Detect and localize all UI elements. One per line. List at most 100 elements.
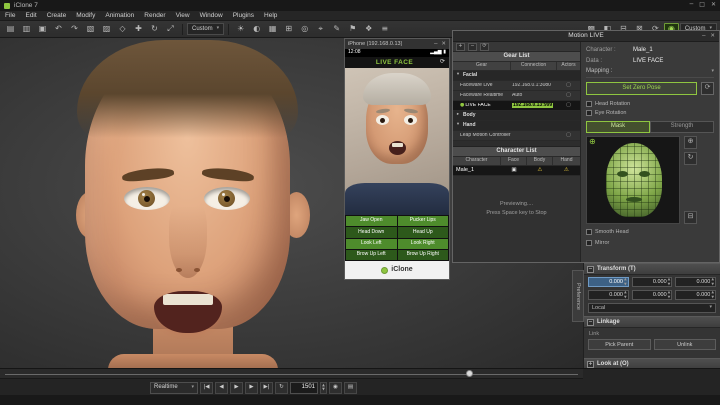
gear-row[interactable]: Leap Motion Controller ▢: [453, 131, 580, 141]
calibration-head-down[interactable]: Head Down: [346, 227, 397, 238]
add-gear-icon[interactable]: +: [456, 42, 465, 51]
minimize-icon[interactable]: ─: [690, 2, 694, 9]
calibration-look-right[interactable]: Look Right: [397, 238, 448, 249]
menu-modify[interactable]: Modify: [71, 12, 100, 19]
actor-checkbox-icon[interactable]: ▢: [566, 82, 571, 89]
redo-icon[interactable]: ↷: [67, 23, 82, 36]
expander-icon[interactable]: ▾: [455, 122, 461, 128]
sun-light-icon[interactable]: ☀: [233, 23, 248, 36]
stage-list-icon[interactable]: ≡: [377, 23, 392, 36]
tab-preference[interactable]: Preference: [572, 270, 584, 322]
camera-switch-icon[interactable]: ⟳: [440, 59, 445, 66]
actor-checkbox-icon[interactable]: ▢: [566, 102, 571, 109]
transform-value-field[interactable]: 0.000 ▲ ▼: [588, 277, 629, 287]
character-row[interactable]: Male_1 ▣ ⚠ ⚠: [453, 166, 580, 176]
hand-warning-icon[interactable]: ⚠: [564, 167, 569, 173]
save-project-icon[interactable]: ▣: [35, 23, 50, 36]
field-stepper[interactable]: ▲ ▼: [624, 277, 627, 286]
menu-help[interactable]: Help: [259, 12, 282, 19]
menu-window[interactable]: Window: [195, 12, 228, 19]
gear-row[interactable]: ▾ Hand: [453, 121, 580, 131]
playback-mode-dropdown[interactable]: Realtime ▾: [150, 381, 198, 394]
timeline-scrubber[interactable]: [0, 369, 583, 379]
flag-icon[interactable]: ⚑: [345, 23, 360, 36]
gear-row[interactable]: Faceware Live 192.168.0.1:3080 ▢: [453, 81, 580, 91]
custom-layout-dropdown[interactable]: Custom ▾: [187, 23, 225, 35]
actor-checkbox-icon[interactable]: ▢: [566, 132, 571, 139]
menu-animation[interactable]: Animation: [100, 12, 139, 19]
unlink-button[interactable]: Unlink: [653, 339, 716, 351]
go-to-start-icon[interactable]: |◀: [200, 381, 213, 394]
gear-row[interactable]: Faceware Realtime Auto ▢: [453, 91, 580, 101]
paste-icon[interactable]: ▨: [99, 23, 114, 36]
delete-map-icon[interactable]: ⊟: [684, 210, 697, 224]
eye-rotation-checkbox[interactable]: [586, 110, 592, 117]
snap-icon[interactable]: ⊞: [281, 23, 296, 36]
close-icon[interactable]: ✕: [441, 41, 446, 47]
field-stepper[interactable]: ▲ ▼: [668, 290, 671, 299]
close-icon[interactable]: ✕: [711, 2, 716, 9]
next-frame-icon[interactable]: ▶: [245, 381, 258, 394]
current-frame-input[interactable]: 1501: [290, 381, 318, 394]
body-warning-icon[interactable]: ⚠: [538, 167, 543, 173]
remove-gear-icon[interactable]: −: [468, 42, 477, 51]
calibration-look-left[interactable]: Look Left: [346, 238, 397, 249]
playhead-knob[interactable]: [466, 370, 473, 377]
head-rotation-checkbox[interactable]: [586, 101, 592, 108]
rotate-view-icon[interactable]: ↻: [684, 151, 697, 165]
undo-icon[interactable]: ↶: [51, 23, 66, 36]
rotate-tool-icon[interactable]: ↻: [147, 23, 162, 36]
frame-stepper[interactable]: ▲ ▼: [320, 381, 327, 394]
gizmo-icon[interactable]: ❖: [361, 23, 376, 36]
calibration-head-up[interactable]: Head Up: [397, 227, 448, 238]
mirror-row[interactable]: Mirror: [586, 239, 714, 248]
field-stepper[interactable]: ▲ ▼: [711, 277, 714, 286]
select-tool-icon[interactable]: ◇: [115, 23, 130, 36]
face-track-checkbox-icon[interactable]: ▣: [511, 167, 516, 173]
field-stepper[interactable]: ▲ ▼: [624, 290, 627, 299]
pick-parent-button[interactable]: Pick Parent: [588, 339, 651, 351]
play-icon[interactable]: ▶: [230, 381, 243, 394]
shadow-icon[interactable]: ◐: [249, 23, 264, 36]
transform-value-field[interactable]: 0.000 ▲ ▼: [631, 277, 673, 287]
menu-create[interactable]: Create: [42, 12, 72, 19]
camera-icon[interactable]: ◎: [297, 23, 312, 36]
transform-value-field[interactable]: 0.000 ▲ ▼: [675, 290, 717, 300]
actor-checkbox-icon[interactable]: ▢: [566, 92, 571, 99]
minimize-icon[interactable]: ─: [702, 33, 705, 39]
expander-icon[interactable]: ▾: [455, 72, 461, 78]
field-stepper[interactable]: ▲ ▼: [668, 277, 671, 286]
copy-icon[interactable]: ▧: [83, 23, 98, 36]
calibration-brow-up-right[interactable]: Brow Up Right: [397, 249, 448, 260]
open-project-icon[interactable]: ▥: [19, 23, 34, 36]
smooth-head-row[interactable]: Smooth Head: [586, 228, 714, 237]
motion-live-titlebar[interactable]: Motion LIVE ─ ✕: [453, 31, 719, 42]
mapping-section-toggle[interactable]: Mapping : ▾: [586, 68, 714, 78]
previous-frame-icon[interactable]: ◀: [215, 381, 228, 394]
maximize-icon[interactable]: □: [699, 2, 705, 9]
calibration-pucker-lips[interactable]: Pucker Lips: [397, 216, 448, 227]
collapse-icon[interactable]: −: [587, 318, 594, 326]
transform-value-field[interactable]: 0.000 ▲ ▼: [631, 290, 673, 300]
menu-view[interactable]: View: [171, 12, 195, 19]
minimize-icon[interactable]: ─: [434, 41, 437, 47]
menu-edit[interactable]: Edit: [20, 12, 41, 19]
gear-row[interactable]: ▸ Body: [453, 111, 580, 121]
transform-value-field[interactable]: 0.000 ▲ ▼: [675, 277, 717, 287]
transform-panel-header[interactable]: − Transform (T): [584, 263, 720, 275]
collapse-icon[interactable]: −: [587, 265, 594, 273]
tab-mask[interactable]: Mask: [586, 120, 650, 133]
tab-strength[interactable]: Strength: [650, 120, 714, 133]
menu-render[interactable]: Render: [139, 12, 170, 19]
new-project-icon[interactable]: ▤: [3, 23, 18, 36]
collapse-icon[interactable]: +: [587, 360, 594, 368]
transform-value-field[interactable]: 0.000 ▲ ▼: [588, 290, 629, 300]
menu-plugins[interactable]: Plugins: [228, 12, 259, 19]
gear-row[interactable]: ▾ Facial: [453, 71, 580, 81]
refresh-gears-icon[interactable]: ⟳: [480, 42, 489, 51]
clip-icon[interactable]: ▤: [344, 381, 357, 394]
calibration-brow-up-left[interactable]: Brow Up Left: [346, 249, 397, 260]
focus-tool-icon[interactable]: ⊕: [684, 135, 697, 149]
scale-tool-icon[interactable]: ⤢: [163, 23, 178, 36]
phone-window-titlebar[interactable]: iPhone (192.168.0.13) ─ ✕: [345, 39, 449, 49]
